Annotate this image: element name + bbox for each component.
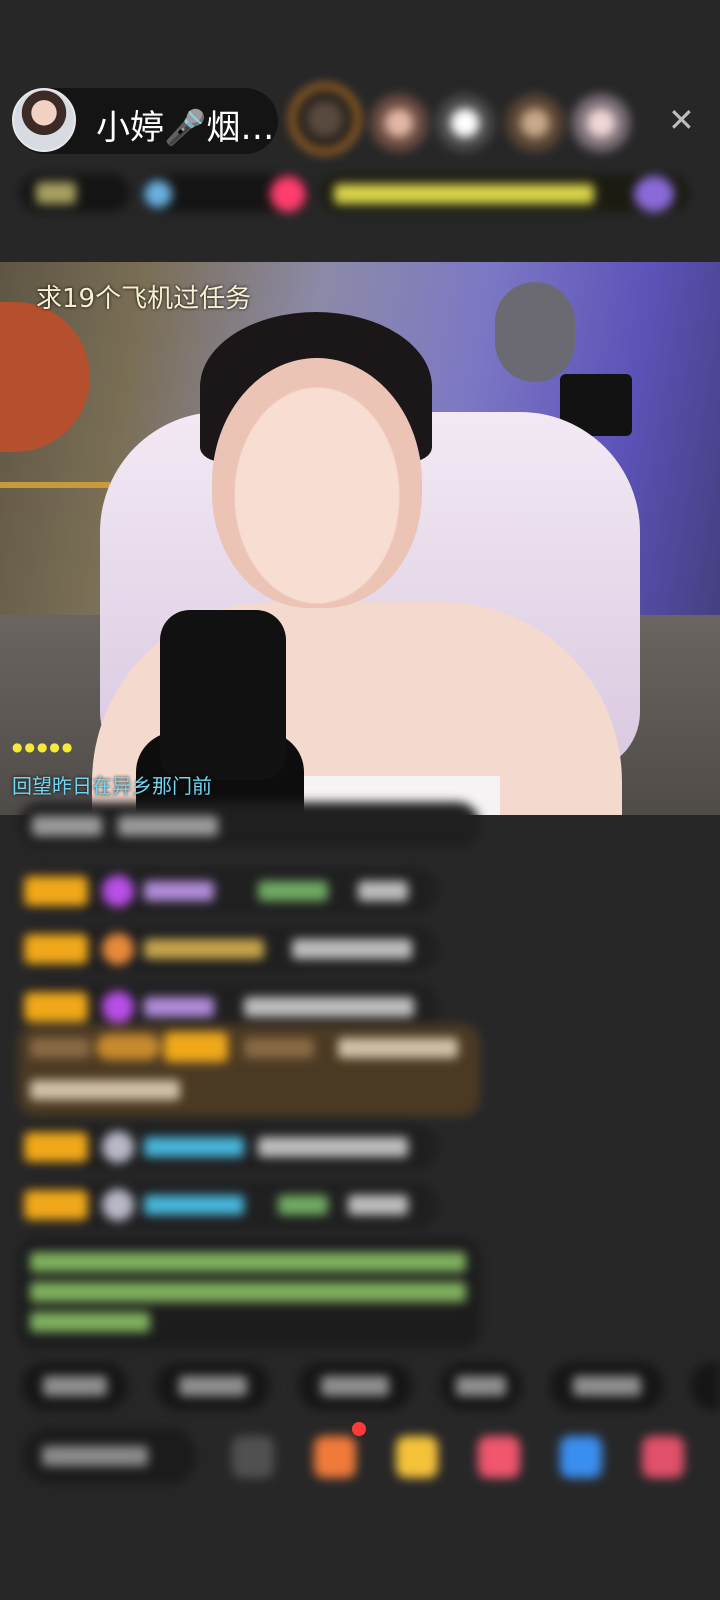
gift-message[interactable] xyxy=(18,1024,480,1116)
chat-message[interactable] xyxy=(18,1182,438,1228)
viewer-avatar[interactable] xyxy=(572,94,630,152)
host-avatar[interactable] xyxy=(12,88,76,152)
quick-chip[interactable] xyxy=(550,1362,664,1410)
quick-chip[interactable] xyxy=(22,1362,128,1410)
close-icon[interactable]: ✕ xyxy=(668,104,695,136)
chat-message[interactable] xyxy=(18,1124,438,1170)
treasure-icon[interactable] xyxy=(396,1436,438,1478)
say-something-input[interactable] xyxy=(22,1428,196,1484)
streamer-face xyxy=(212,358,422,608)
more-grid-icon[interactable] xyxy=(642,1436,684,1478)
chat-message[interactable] xyxy=(18,868,438,914)
decor-table xyxy=(0,482,110,608)
quick-chip[interactable] xyxy=(690,1362,720,1410)
microphone xyxy=(160,610,286,780)
quick-chip[interactable] xyxy=(440,1362,522,1410)
wall-lamp xyxy=(495,282,575,382)
chat-message[interactable] xyxy=(18,926,438,972)
top-viewers-list[interactable] xyxy=(290,84,650,156)
quick-chip[interactable] xyxy=(156,1362,270,1410)
notification-dot xyxy=(352,1422,366,1436)
task-overlay-text: 求19个飞机过任务 xyxy=(36,284,252,314)
gift-box-icon[interactable] xyxy=(314,1436,356,1478)
quick-chip[interactable] xyxy=(298,1362,412,1410)
emoji-icon[interactable] xyxy=(232,1436,274,1478)
viewer-avatar[interactable] xyxy=(370,94,428,152)
heart-gift-icon[interactable] xyxy=(478,1436,520,1478)
song-lyric: 回望昨日在异乡那门前 xyxy=(12,774,212,798)
lyric-dots: ●●●●● xyxy=(12,740,75,754)
badges-row[interactable] xyxy=(20,168,700,218)
system-notice[interactable] xyxy=(18,1238,480,1348)
decor-fan xyxy=(0,302,90,452)
top-viewer-avatar[interactable] xyxy=(290,84,360,154)
viewer-avatar[interactable] xyxy=(506,94,564,152)
game-icon[interactable] xyxy=(560,1436,602,1478)
chat-message[interactable] xyxy=(18,802,480,848)
viewer-avatar[interactable] xyxy=(436,94,494,152)
live-video[interactable]: 求19个飞机过任务 ●●●●● 回望昨日在异乡那门前 xyxy=(0,262,720,815)
host-name: 小婷🎤烟… xyxy=(96,108,275,148)
